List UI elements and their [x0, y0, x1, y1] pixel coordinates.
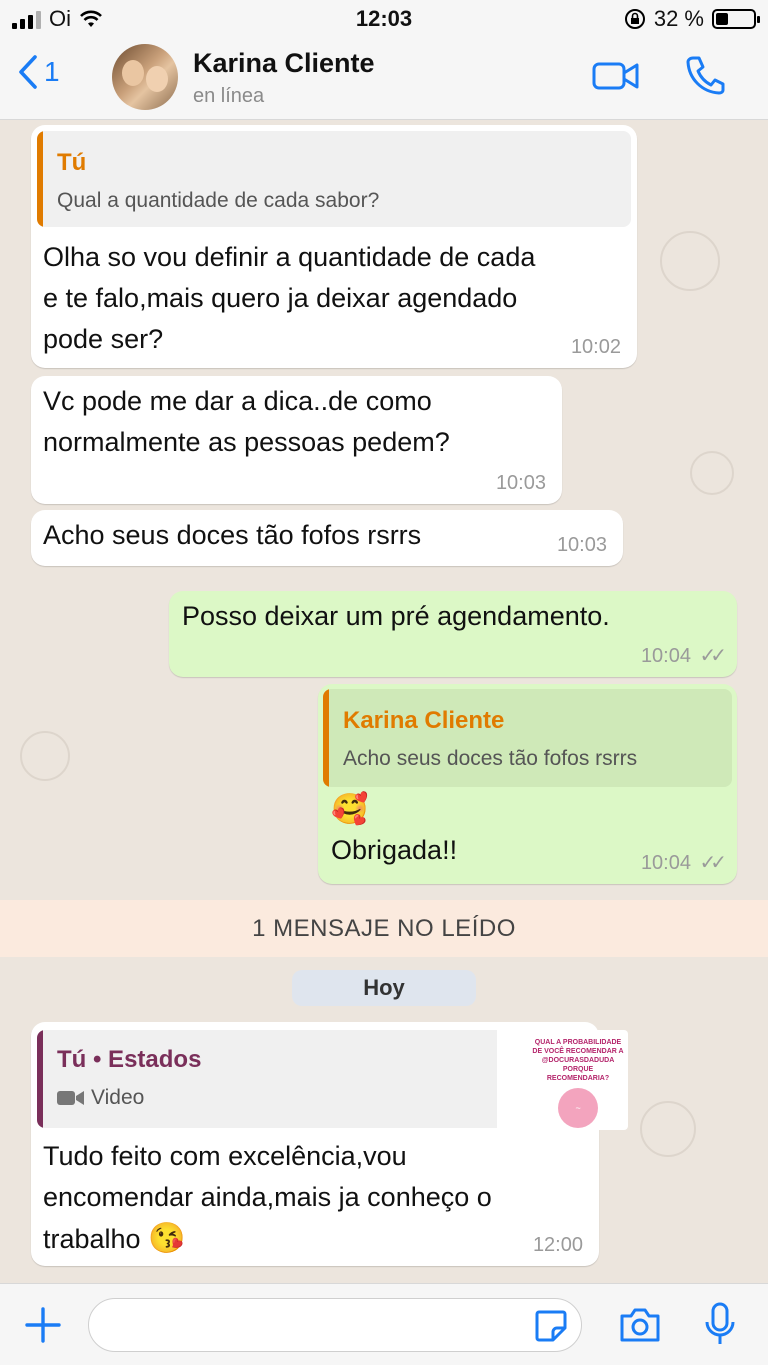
- message-text: Vc pode me dar a dica..de como normalmen…: [43, 381, 450, 463]
- battery-icon: [712, 9, 760, 29]
- date-separator: Hoy: [292, 970, 476, 1006]
- video-camera-icon: [57, 1091, 84, 1105]
- message-time: 12:00: [532, 1234, 583, 1256]
- chat-header: 1 Karina Cliente en línea: [0, 40, 768, 120]
- message-bubble-incoming[interactable]: Tú • Estados Video QUAL A PROBABILIDADE …: [31, 1022, 628, 1266]
- message-text: Posso deixar um pré agendamento.: [182, 601, 610, 631]
- message-line: Olha so vou definir a quantidade de cada: [43, 242, 536, 272]
- emoji-kiss: 😘: [148, 1222, 186, 1255]
- message-bubble-outgoing[interactable]: Karina Cliente Acho seus doces tão fofos…: [318, 684, 737, 884]
- quote-author: Karina Cliente: [343, 707, 505, 734]
- message-text: Obrigada!!: [331, 835, 458, 865]
- message-bubble-incoming[interactable]: Tú Qual a quantidade de cada sabor? Olha…: [31, 125, 637, 368]
- message-line: Tudo feito com excelência,vou: [43, 1141, 407, 1171]
- message-time: 10:03: [556, 534, 607, 556]
- chevron-left-icon: [19, 55, 37, 89]
- battery-fill: [716, 13, 728, 25]
- quoted-status[interactable]: Tú • Estados Video: [37, 1030, 497, 1128]
- microphone-icon[interactable]: [703, 1302, 737, 1348]
- quote-author: Tú: [57, 149, 87, 176]
- message-bubble-outgoing[interactable]: Posso deixar um pré agendamento. 10:04 ✓…: [169, 591, 737, 677]
- message-line: normalmente as pessoas pedem?: [43, 427, 450, 457]
- video-call-icon[interactable]: [592, 60, 640, 92]
- brand-logo: ~: [558, 1088, 598, 1128]
- message-line: Vc pode me dar a dica..de como: [43, 386, 432, 416]
- thumbnail-text: QUAL A PROBABILIDADE DE VOCÊ RECOMENDAR …: [532, 1039, 624, 1082]
- message-text: Tudo feito com excelência,vou encomendar…: [43, 1136, 492, 1260]
- contact-status: en línea: [193, 85, 265, 107]
- message-input[interactable]: [88, 1298, 582, 1352]
- battery-percent: 32 %: [653, 6, 704, 31]
- quote-bar: [323, 689, 329, 787]
- quoted-message[interactable]: Karina Cliente Acho seus doces tão fofos…: [323, 689, 732, 787]
- read-receipt-icon: ✓✓: [699, 852, 726, 874]
- phone-icon[interactable]: [684, 54, 726, 96]
- emoji-smiling-hearts: 🥰: [331, 793, 369, 826]
- quote-text: Acho seus doces tão fofos rsrrs: [343, 747, 638, 770]
- back-count: 1: [44, 56, 60, 87]
- message-line: e te falo,mais quero ja deixar agendado: [43, 283, 518, 313]
- message-text: Acho seus doces tão fofos rsrrs: [43, 520, 422, 550]
- status-bar: Oi 12:03 32 %: [0, 0, 768, 40]
- unread-banner: 1 MENSAJE NO LEÍDO: [0, 900, 768, 957]
- camera-icon[interactable]: [618, 1306, 662, 1344]
- message-line: encomendar ainda,mais ja conheço o: [43, 1182, 492, 1212]
- message-line: pode ser?: [43, 324, 164, 354]
- message-time: 10:03: [495, 472, 546, 494]
- quote-author: Tú • Estados: [57, 1046, 202, 1073]
- status-thumbnail[interactable]: QUAL A PROBABILIDADE DE VOCÊ RECOMENDAR …: [528, 1030, 628, 1130]
- message-text: Olha so vou definir a quantidade de cada…: [43, 237, 535, 360]
- message-bubble-incoming[interactable]: Vc pode me dar a dica..de como normalmen…: [31, 376, 562, 504]
- sticker-icon[interactable]: [533, 1308, 569, 1344]
- plus-icon[interactable]: [24, 1306, 62, 1344]
- message-time: 10:04: [640, 852, 691, 874]
- avatar[interactable]: [112, 44, 178, 110]
- message-line: trabalho 😘: [43, 1218, 492, 1260]
- quote-bar: [37, 1030, 43, 1128]
- input-bar: [0, 1283, 768, 1365]
- chat-area[interactable]: Tú Qual a quantidade de cada sabor? Olha…: [0, 121, 768, 1283]
- quote-media: Video: [57, 1086, 144, 1110]
- status-right: 32 %: [624, 6, 760, 32]
- quote-media-label: Video: [91, 1086, 145, 1109]
- message-line-text: trabalho: [43, 1224, 141, 1254]
- lock-rotation-icon: [624, 9, 645, 29]
- quoted-message[interactable]: Tú Qual a quantidade de cada sabor?: [37, 131, 631, 227]
- message-time: 10:04: [640, 645, 691, 667]
- quote-text: Qual a quantidade de cada sabor?: [57, 189, 380, 212]
- read-receipt-icon: ✓✓: [699, 645, 726, 667]
- contact-name[interactable]: Karina Cliente: [193, 48, 375, 79]
- back-button[interactable]: 1: [18, 54, 60, 90]
- message-bubble-incoming[interactable]: Acho seus doces tão fofos rsrrs 10:03: [31, 510, 623, 566]
- message-time: 10:02: [570, 336, 621, 358]
- quote-bar: [37, 131, 43, 227]
